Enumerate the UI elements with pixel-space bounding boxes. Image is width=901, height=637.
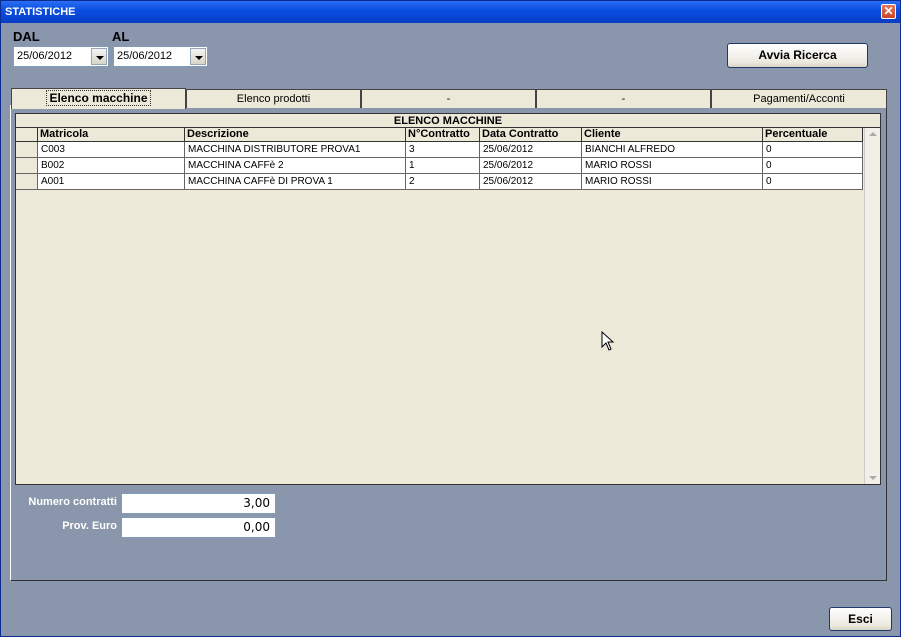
table-cell[interactable]: C003 xyxy=(38,142,185,158)
table-cell[interactable]: MARIO ROSSI xyxy=(582,158,763,174)
al-date-field[interactable]: 25/06/2012 xyxy=(113,46,208,67)
statistiche-window: STATISTICHE ✕ DAL AL 25/06/2012 25/06/20… xyxy=(0,0,901,637)
table-cell[interactable]: BIANCHI ALFREDO xyxy=(582,142,763,158)
table-cell[interactable]: 1 xyxy=(406,158,480,174)
column-header[interactable]: Matricola xyxy=(38,128,185,142)
table-cell[interactable]: 3 xyxy=(406,142,480,158)
tab-elenco-prodotti[interactable]: Elenco prodotti xyxy=(186,89,361,108)
grid-caption: ELENCO MACCHINE xyxy=(16,114,880,128)
exit-button[interactable]: Esci xyxy=(829,607,892,631)
al-label: AL xyxy=(112,29,130,44)
table-cell[interactable]: 0 xyxy=(763,174,863,190)
table-cell[interactable]: 25/06/2012 xyxy=(480,174,582,190)
chevron-down-icon[interactable] xyxy=(190,48,206,65)
table-cell[interactable]: MARIO ROSSI xyxy=(582,174,763,190)
row-selector-header xyxy=(16,128,38,142)
dal-date-value: 25/06/2012 xyxy=(17,50,73,62)
window-title: STATISTICHE xyxy=(5,6,76,18)
column-header[interactable]: N°Contratto xyxy=(406,128,480,142)
row-selector[interactable] xyxy=(16,174,38,190)
column-header[interactable]: Data Contratto xyxy=(480,128,582,142)
table-cell[interactable]: A001 xyxy=(38,174,185,190)
al-date-value: 25/06/2012 xyxy=(117,50,173,62)
tab-label: Elenco macchine xyxy=(46,90,151,106)
table-cell[interactable]: 25/06/2012 xyxy=(480,142,582,158)
mouse-pointer-icon xyxy=(601,331,615,351)
contracts-count-field[interactable]: 3,00 xyxy=(121,493,276,514)
column-header[interactable]: Descrizione xyxy=(185,128,406,142)
table-cell[interactable]: MACCHINA CAFFè 2 xyxy=(185,158,406,174)
table-cell[interactable]: MACCHINA DISTRIBUTORE PROVA1 xyxy=(185,142,406,158)
scroll-down-icon[interactable] xyxy=(869,476,877,480)
prov-euro-field[interactable]: 0,00 xyxy=(121,517,276,538)
tab-empty-2[interactable]: - xyxy=(536,89,711,108)
contracts-count-label: Numero contratti xyxy=(28,496,117,508)
scroll-up-icon[interactable] xyxy=(869,132,877,136)
table-cell[interactable]: MACCHINA CAFFè DI PROVA 1 xyxy=(185,174,406,190)
tab-pagamenti-acconti[interactable]: Pagamenti/Acconti xyxy=(711,89,887,108)
row-selector[interactable] xyxy=(16,158,38,174)
table-cell[interactable]: 2 xyxy=(406,174,480,190)
column-header[interactable]: Percentuale xyxy=(763,128,863,142)
table-cell[interactable]: 0 xyxy=(763,142,863,158)
table-cell[interactable]: B002 xyxy=(38,158,185,174)
machines-grid: ELENCO MACCHINE Matricola Descrizione N°… xyxy=(15,113,881,485)
vertical-scrollbar[interactable] xyxy=(864,128,880,484)
dal-label: DAL xyxy=(13,29,40,44)
tab-elenco-macchine[interactable]: Elenco macchine xyxy=(11,88,186,109)
prov-euro-label: Prov. Euro xyxy=(62,520,117,532)
column-header[interactable]: Cliente xyxy=(582,128,763,142)
table-cell[interactable]: 25/06/2012 xyxy=(480,158,582,174)
tab-empty-1[interactable]: - xyxy=(361,89,536,108)
chevron-down-icon[interactable] xyxy=(91,48,107,65)
title-bar: STATISTICHE ✕ xyxy=(1,1,900,23)
row-selector[interactable] xyxy=(16,142,38,158)
search-button[interactable]: Avvia Ricerca xyxy=(727,43,868,68)
close-icon[interactable]: ✕ xyxy=(881,4,896,19)
dal-date-field[interactable]: 25/06/2012 xyxy=(13,46,109,67)
table-cell[interactable]: 0 xyxy=(763,158,863,174)
